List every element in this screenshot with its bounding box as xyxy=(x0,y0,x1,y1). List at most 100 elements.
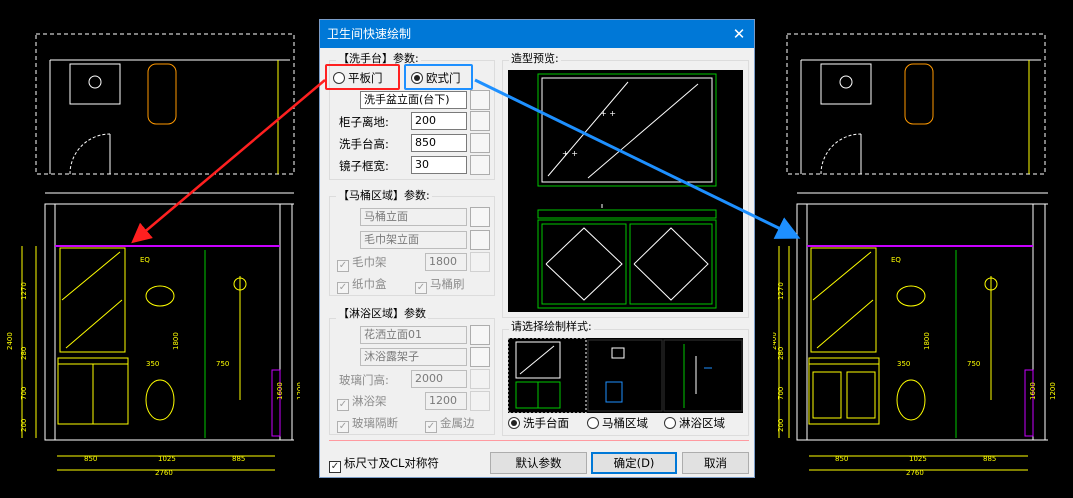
dim-label: 2400 xyxy=(773,332,778,350)
dim-label: 700 xyxy=(777,387,785,400)
counter-height-pick-button[interactable] xyxy=(470,133,490,153)
style-shower-label: 淋浴区域 xyxy=(679,416,725,430)
dim-label: 280 xyxy=(20,347,28,360)
floor-plan xyxy=(786,33,1046,175)
shower-shelf-pick-button[interactable] xyxy=(470,391,490,411)
dim-label: 1800 xyxy=(172,332,180,350)
shower-rack-list-button[interactable] xyxy=(470,347,490,367)
check-icon: ✓ xyxy=(425,421,437,433)
toilet-elevation-list-button[interactable] xyxy=(470,207,490,227)
glass-door-height-label: 玻璃门高: xyxy=(339,373,389,387)
preview-title: 造型预览: xyxy=(509,52,561,66)
counter-height-input[interactable]: 850 xyxy=(411,134,467,152)
mirror-frame-label: 镜子框宽: xyxy=(339,159,389,173)
dim-label: 850 xyxy=(835,455,848,463)
mirror-frame-input[interactable]: 30 xyxy=(411,156,467,174)
style-shower-radio[interactable]: 淋浴区域 xyxy=(664,415,725,431)
dim-label: 1800 xyxy=(923,332,931,350)
cabinet-height-input[interactable]: 200 xyxy=(411,112,467,130)
dim-label: 1270 xyxy=(20,282,28,300)
dim-label: 700 xyxy=(20,387,28,400)
default-params-button[interactable]: 默认参数 xyxy=(490,452,587,474)
cabinet-height-pick-button[interactable] xyxy=(470,111,490,131)
highlight-euro-door xyxy=(404,64,473,90)
dim-label: 350 xyxy=(146,360,159,368)
basin-elevation-list-button[interactable] xyxy=(470,90,490,110)
dim-label: 200 xyxy=(20,419,28,432)
toilet-params-title: 【马桶区域】参数: xyxy=(336,189,432,203)
style-toilet-label: 马桶区域 xyxy=(602,416,648,430)
dim-label: 2400 xyxy=(6,332,14,350)
close-icon[interactable]: ✕ xyxy=(728,20,750,48)
dim-label: 750 xyxy=(216,360,229,368)
glass-door-height-input[interactable]: 2000 xyxy=(411,370,467,388)
dim-label: 885 xyxy=(983,455,996,463)
toilet-brush-label: 马桶刷 xyxy=(430,277,465,291)
counter-height-label: 洗手台高: xyxy=(339,137,389,151)
elevation-view xyxy=(778,192,1048,471)
check-icon: ✓ xyxy=(329,461,341,473)
style-basin-label: 洗手台面 xyxy=(523,416,569,430)
svg-text:+ +: + + xyxy=(600,109,616,118)
dim-label: 750 xyxy=(967,360,980,368)
check-icon: ✓ xyxy=(415,282,427,294)
dim-label: 350 xyxy=(897,360,910,368)
dim-label: 2760 xyxy=(906,469,924,477)
towel-rack-checkbox[interactable]: ✓ 毛巾架 xyxy=(337,254,387,272)
check-icon: ✓ xyxy=(337,282,349,294)
towel-rack-elevation-field[interactable]: 毛巾架立面 xyxy=(360,231,467,249)
svg-text:+ +: + + xyxy=(562,149,578,158)
dialog-titlebar[interactable]: 卫生间快速绘制 ✕ xyxy=(320,20,754,48)
style-title: 请选择绘制样式: xyxy=(509,320,594,334)
floor-plan xyxy=(35,33,295,175)
check-icon: ✓ xyxy=(337,260,349,272)
dim-label: 1270 xyxy=(777,282,785,300)
dim-label: 2760 xyxy=(155,469,173,477)
radio-unselected-icon xyxy=(587,417,599,429)
basin-elevation-field[interactable]: 洗手盆立面(台下) xyxy=(360,91,467,109)
shower-rack-field[interactable]: 沐浴露架子 xyxy=(360,348,467,366)
radio-unselected-icon xyxy=(664,417,676,429)
shower-shelf-height-input[interactable]: 1200 xyxy=(425,392,467,410)
cad-drawing-left: 1270 280 700 200 2400 850 1025 885 2760 … xyxy=(6,33,300,477)
glass-door-pick-button[interactable] xyxy=(470,369,490,389)
metal-edge-checkbox[interactable]: ✓ 金属边 xyxy=(425,415,475,433)
style-thumbnails[interactable] xyxy=(508,338,743,413)
glass-partition-label: 玻璃隔断 xyxy=(352,416,398,430)
shower-params-title: 【淋浴区域】参数 xyxy=(336,307,428,321)
check-icon: ✓ xyxy=(337,399,349,411)
highlight-flat-door xyxy=(325,64,400,90)
shower-shelf-label: 淋浴架 xyxy=(352,394,387,408)
metal-edge-label: 金属边 xyxy=(440,416,475,430)
ok-button[interactable]: 确定(D) xyxy=(591,452,677,474)
cad-drawing-right: 1270 280 700 200 2400 850 1025 885 2760 … xyxy=(773,33,1057,477)
toilet-elevation-field[interactable]: 马桶立面 xyxy=(360,208,467,226)
check-icon: ✓ xyxy=(337,421,349,433)
bottom-divider xyxy=(329,440,749,441)
dim-label: 200 xyxy=(777,419,785,432)
dim-label: EQ xyxy=(891,256,901,264)
dim-label: 1600 xyxy=(276,382,284,400)
style-toilet-radio[interactable]: 马桶区域 xyxy=(587,415,648,431)
dim-label: 1600 xyxy=(1029,382,1037,400)
towel-rack-elevation-list-button[interactable] xyxy=(470,230,490,250)
mirror-frame-pick-button[interactable] xyxy=(470,155,490,175)
cancel-button[interactable]: 取消 xyxy=(682,452,749,474)
dim-label: 1025 xyxy=(158,455,176,463)
toilet-brush-checkbox[interactable]: ✓ 马桶刷 xyxy=(415,276,465,294)
tissue-box-checkbox[interactable]: ✓ 纸巾盒 xyxy=(337,276,387,294)
dim-label: 850 xyxy=(84,455,97,463)
cabinet-height-label: 柜子离地: xyxy=(339,115,389,129)
towel-rack-pick-button[interactable] xyxy=(470,252,490,272)
glass-partition-checkbox[interactable]: ✓ 玻璃隔断 xyxy=(337,415,398,433)
shower-shelf-checkbox[interactable]: ✓ 淋浴架 xyxy=(337,393,387,411)
style-basin-radio[interactable]: 洗手台面 xyxy=(508,415,569,431)
dimension-checkbox[interactable]: ✓ 标尺寸及CL对称符 xyxy=(329,455,439,473)
shower-elevation-list-button[interactable] xyxy=(470,325,490,345)
towel-rack-label: 毛巾架 xyxy=(352,255,387,269)
shower-elevation-field[interactable]: 花洒立面01 xyxy=(360,326,467,344)
dim-label: 1025 xyxy=(909,455,927,463)
elevation-view xyxy=(21,192,294,471)
towel-rack-height-input[interactable]: 1800 xyxy=(425,253,467,271)
dialog-title: 卫生间快速绘制 xyxy=(327,27,412,41)
